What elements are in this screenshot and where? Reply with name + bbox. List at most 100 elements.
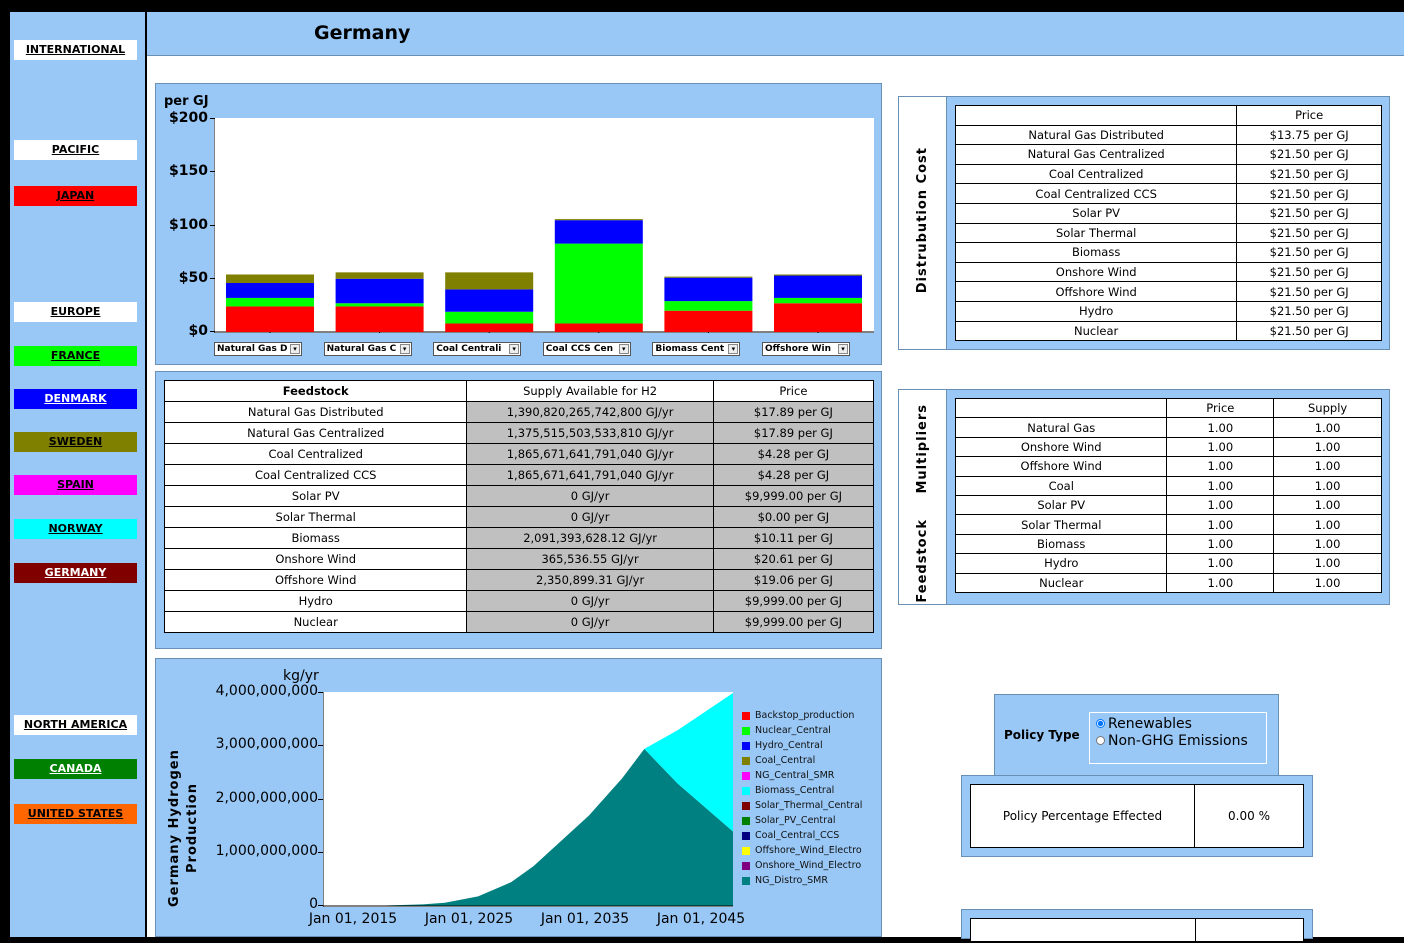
cost-category-dropdown[interactable]: Offshore Win ▾: [762, 342, 850, 356]
table-cell: Solar Thermal: [954, 514, 1168, 535]
table-cell: Coal Centralized CCS: [954, 183, 1238, 204]
table-header-row: Price: [954, 105, 1382, 126]
table-cell[interactable]: $21.50 per GJ: [1236, 222, 1382, 244]
table-row: Coal Centralized CCS $21.50 per GJ: [954, 183, 1382, 204]
legend-swatch: [742, 846, 750, 855]
table-cell[interactable]: 1.00: [1166, 533, 1275, 555]
nav-international-button[interactable]: INTERNATIONAL: [14, 40, 137, 60]
legend-swatch: [742, 801, 750, 810]
legend-label: Nuclear_Central: [755, 725, 831, 736]
table-cell[interactable]: $21.50 per GJ: [1236, 320, 1382, 342]
table-row: Solar PV 0 GJ/yr $9,999.00 per GJ: [163, 485, 875, 507]
table-cell[interactable]: 1.00: [1273, 494, 1382, 516]
cost-y-tick-label: $150: [169, 163, 208, 180]
cost-bar-segment: [445, 323, 534, 332]
cost-bar-segment: [445, 272, 534, 290]
legend-label: Solar_PV_Central: [755, 815, 836, 826]
nav-europe-button[interactable]: EUROPE: [14, 302, 137, 322]
nav-pacific-button[interactable]: PACIFIC: [14, 140, 137, 160]
table-cell[interactable]: 1.00: [1273, 572, 1382, 593]
table-cell[interactable]: $21.50 per GJ: [1236, 144, 1382, 165]
legend-item: Biomass_Central: [742, 783, 862, 798]
table-cell[interactable]: $21.50 per GJ: [1236, 261, 1382, 283]
table-cell: $9,999.00 per GJ: [712, 485, 875, 507]
policy-radio[interactable]: [1096, 736, 1105, 745]
cost-category-dropdown[interactable]: Coal CCS Cen ▾: [542, 342, 631, 356]
table-row: Biomass 1.00 1.00: [954, 533, 1382, 555]
nav-spain-button[interactable]: SPAIN: [14, 475, 137, 495]
chevron-down-icon: ▾: [728, 344, 739, 354]
table-cell[interactable]: 1.00: [1166, 456, 1275, 477]
policy-percentage-box: Policy Percentage Effected 0.00 %: [970, 784, 1304, 848]
table-cell: Solar Thermal: [163, 506, 468, 528]
table-cell[interactable]: 1.00: [1166, 417, 1275, 438]
table-cell[interactable]: 1.00: [1273, 533, 1382, 555]
nav-japan-button[interactable]: JAPAN: [14, 186, 137, 206]
production-x-tick-label: Jan 01, 2025: [424, 911, 514, 927]
production-y-tick-label: 3,000,000,000: [215, 736, 318, 753]
cost-y-tick: [210, 118, 215, 119]
policy-radio[interactable]: [1096, 719, 1105, 728]
legend-swatch: [742, 756, 750, 765]
table-cell[interactable]: $21.50 per GJ: [1236, 183, 1382, 204]
table-cell[interactable]: 1.00: [1166, 553, 1275, 574]
table-cell: $0.00 per GJ: [712, 506, 875, 528]
table-cell[interactable]: $21.50 per GJ: [1236, 281, 1382, 302]
table-cell: 365,536.55 GJ/yr: [466, 548, 714, 570]
nav-denmark-button[interactable]: DENMARK: [14, 389, 137, 409]
lower-panel-box: [970, 918, 1304, 943]
legend-item: Solar_PV_Central: [742, 813, 862, 828]
cost-dropdown-label: Biomass Cent: [655, 344, 725, 354]
table-row: Nuclear $21.50 per GJ: [954, 320, 1382, 342]
cost-category-dropdown[interactable]: Coal Centrali ▾: [433, 342, 522, 356]
cost-bar-chart: [214, 118, 874, 333]
cost-bar-segment: [554, 243, 643, 324]
table-cell[interactable]: 1.00: [1273, 514, 1382, 535]
table-cell[interactable]: 1.00: [1166, 572, 1275, 593]
nav-north-america-button[interactable]: NORTH AMERICA: [14, 715, 137, 735]
table-cell: $9,999.00 per GJ: [712, 611, 875, 633]
production-y-tick-label: 1,000,000,000: [215, 842, 318, 859]
nav-germany-button[interactable]: GERMANY: [14, 563, 137, 583]
table-cell[interactable]: $21.50 per GJ: [1236, 202, 1382, 224]
table-cell[interactable]: 1.00: [1166, 514, 1275, 535]
table-cell[interactable]: $21.50 per GJ: [1236, 300, 1382, 322]
policy-option-renewables[interactable]: Renewables: [1096, 715, 1260, 732]
table-row: Coal Centralized CCS 1,865,671,641,791,04…: [163, 464, 875, 486]
table-cell[interactable]: 1.00: [1273, 553, 1382, 574]
nav-france-button[interactable]: FRANCE: [14, 346, 137, 366]
table-cell[interactable]: 1.00: [1273, 456, 1382, 477]
table-cell[interactable]: 1.00: [1166, 494, 1275, 516]
cost-y-tick: [210, 331, 215, 332]
distribution-side-label-area: Distrubution Cost: [899, 97, 947, 349]
table-cell[interactable]: 1.00: [1273, 417, 1382, 438]
cost-category-dropdown[interactable]: Biomass Cent ▾: [652, 342, 741, 356]
legend-swatch: [742, 786, 750, 795]
table-cell[interactable]: 1.00: [1166, 475, 1275, 496]
legend-swatch: [742, 771, 750, 780]
multipliers-side-label-area: Feedstock Multipliers: [899, 390, 947, 604]
multipliers-table: Price Supply Natural Gas 1.00 1.00 Onshore Wi…: [954, 397, 1382, 593]
table-row: Natural Gas Centralized 1,375,515,503,533…: [163, 422, 875, 444]
table-cell: Solar PV: [163, 485, 468, 507]
policy-option-non-ghg[interactable]: Non-GHG Emissions: [1096, 732, 1260, 749]
column-header: Supply Available for H2: [466, 380, 714, 402]
table-cell[interactable]: $13.75 per GJ: [1236, 124, 1382, 146]
nav-united-states-button[interactable]: UNITED STATES: [14, 804, 137, 824]
table-cell[interactable]: 1.00: [1273, 475, 1382, 496]
table-cell[interactable]: 1.00: [1273, 436, 1382, 458]
table-cell[interactable]: 1.00: [1166, 436, 1275, 458]
table-cell[interactable]: $21.50 per GJ: [1236, 242, 1382, 263]
legend-label: Onshore_Wind_Electro: [755, 860, 862, 871]
nav-norway-button[interactable]: NORWAY: [14, 519, 137, 539]
nav-canada-button[interactable]: CANADA: [14, 759, 137, 779]
table-cell: Offshore Wind: [954, 281, 1238, 302]
cost-category-dropdown[interactable]: Natural Gas C ▾: [323, 342, 412, 356]
cost-bar-segment: [335, 272, 424, 279]
nav-sweden-button[interactable]: SWEDEN: [14, 432, 137, 452]
cost-bar-segment: [664, 277, 753, 302]
production-x-tick-label: Jan 01, 2035: [540, 911, 630, 927]
policy-percentage-value[interactable]: 0.00 %: [1195, 785, 1303, 847]
cost-category-dropdown[interactable]: Natural Gas D ▾: [214, 342, 302, 356]
table-cell[interactable]: $21.50 per GJ: [1236, 163, 1382, 185]
